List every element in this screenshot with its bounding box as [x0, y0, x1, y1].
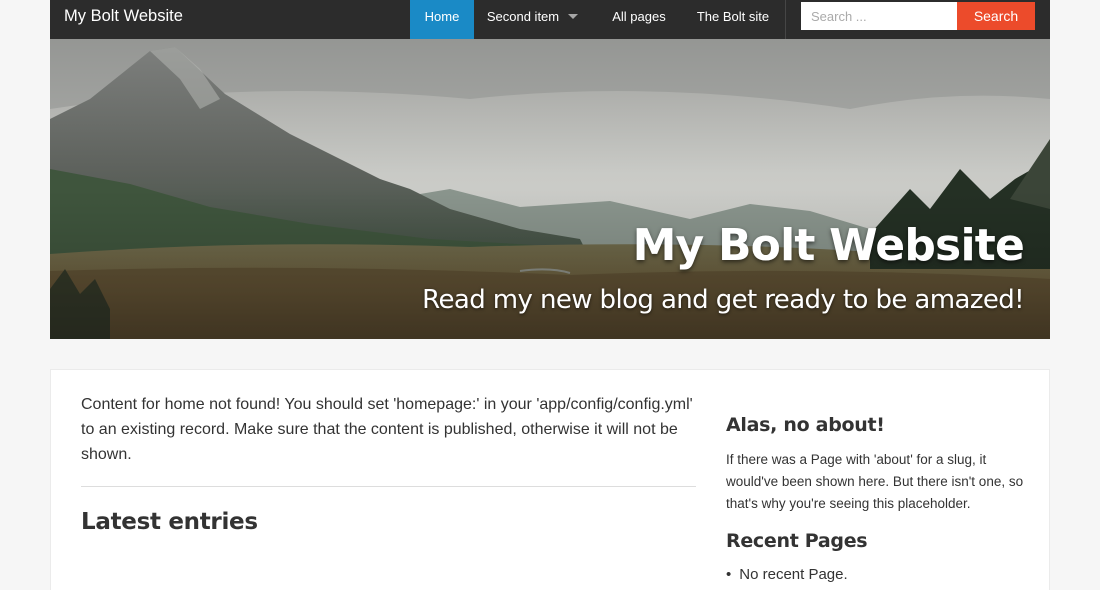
top-navbar: My Bolt Website Home Second item All pag…	[50, 0, 1050, 39]
content-divider	[81, 486, 696, 487]
about-heading: Alas, no about!	[726, 414, 885, 436]
recent-pages-heading: Recent Pages	[726, 530, 868, 552]
caret-down-icon	[568, 14, 579, 19]
about-placeholder-text: If there was a Page with 'about' for a s…	[726, 452, 1024, 511]
navbar-divider	[785, 0, 786, 39]
latest-entries-heading: Latest entries	[81, 509, 258, 535]
hero-subtitle: Read my new blog and get ready to be ama…	[422, 285, 1024, 315]
hero-banner: My Bolt Website Read my new blog and get…	[50, 39, 1050, 339]
search-button[interactable]: Search	[957, 2, 1035, 30]
main-content: Content for home not found! You should s…	[50, 369, 1050, 590]
nav-item-second-item[interactable]: Second item	[474, 0, 591, 39]
nav-item-home[interactable]: Home	[410, 0, 474, 39]
search-input[interactable]	[801, 2, 957, 30]
nav-item-second-item-label: Second item	[486, 9, 560, 24]
hero-title: My Bolt Website	[632, 220, 1025, 271]
content-not-found-notice: Content for home not found! You should s…	[81, 396, 693, 463]
site-brand-link[interactable]: My Bolt Website	[64, 0, 183, 33]
recent-pages-list: No recent Page.	[726, 566, 847, 583]
list-item: No recent Page.	[726, 566, 847, 583]
nav-item-all-pages[interactable]: All pages	[597, 0, 681, 39]
nav-item-bolt-site[interactable]: The Bolt site	[681, 0, 785, 39]
